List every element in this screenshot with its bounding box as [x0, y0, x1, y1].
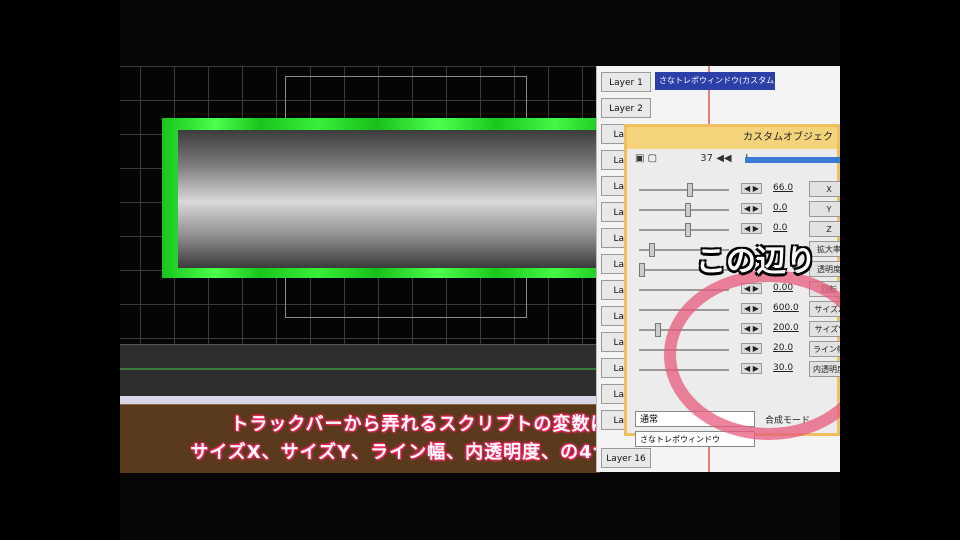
slider-track[interactable]	[639, 229, 729, 231]
slider-track[interactable]	[639, 209, 729, 211]
param-row-y: ◀ ▶ 0.0 Y	[633, 201, 840, 219]
timeline-line	[120, 368, 600, 370]
slider-knob[interactable]	[685, 223, 691, 237]
camera-icon[interactable]: ▣	[635, 153, 644, 164]
dialog-toolbar: ▣ ▢ 37 ◀◀	[635, 153, 732, 164]
track-clip[interactable]: さなトレポウィンドウ(カスタム	[655, 72, 775, 90]
param-button[interactable]: Y	[809, 201, 840, 217]
preview-canvas	[120, 66, 608, 346]
stepper-arrows[interactable]: ◀ ▶	[741, 203, 762, 214]
layer-label[interactable]: Layer 2	[601, 98, 651, 118]
annotation-text: この辺り	[696, 244, 816, 279]
prev-frame-icon[interactable]: ◀◀	[716, 153, 731, 164]
param-value[interactable]: 66.0	[773, 183, 793, 193]
slider-knob[interactable]	[685, 203, 691, 217]
video-frame: トラックバーから弄れるスクリプトの変数は サイズX、サイズY、ライン幅、内透明度…	[120, 0, 840, 540]
param-button[interactable]: X	[809, 181, 840, 197]
param-row-x: ◀ ▶ 66.0 X	[633, 181, 840, 199]
slider-knob[interactable]	[639, 263, 645, 277]
param-button[interactable]: Z	[809, 221, 840, 237]
slider-knob[interactable]	[687, 183, 693, 197]
dialog-title[interactable]: カスタムオブジェクト	[627, 127, 837, 165]
slider-knob[interactable]	[649, 243, 655, 257]
stepper-arrows[interactable]: ◀ ▶	[741, 223, 762, 234]
frame-number: 37	[700, 153, 714, 164]
frame-slider[interactable]	[745, 157, 840, 163]
param-value[interactable]: 0.0	[773, 203, 787, 213]
layer-label[interactable]: Layer 16	[601, 448, 651, 468]
slider-knob[interactable]	[655, 323, 661, 337]
stepper-arrows[interactable]: ◀ ▶	[741, 183, 762, 194]
slider-track[interactable]	[639, 189, 729, 191]
timeline-strip	[120, 344, 600, 397]
layer-icon[interactable]: ▢	[648, 153, 657, 164]
layer-label[interactable]: Layer 1	[601, 72, 651, 92]
gradient-window-fill	[178, 130, 608, 268]
param-value[interactable]: 0.0	[773, 223, 787, 233]
